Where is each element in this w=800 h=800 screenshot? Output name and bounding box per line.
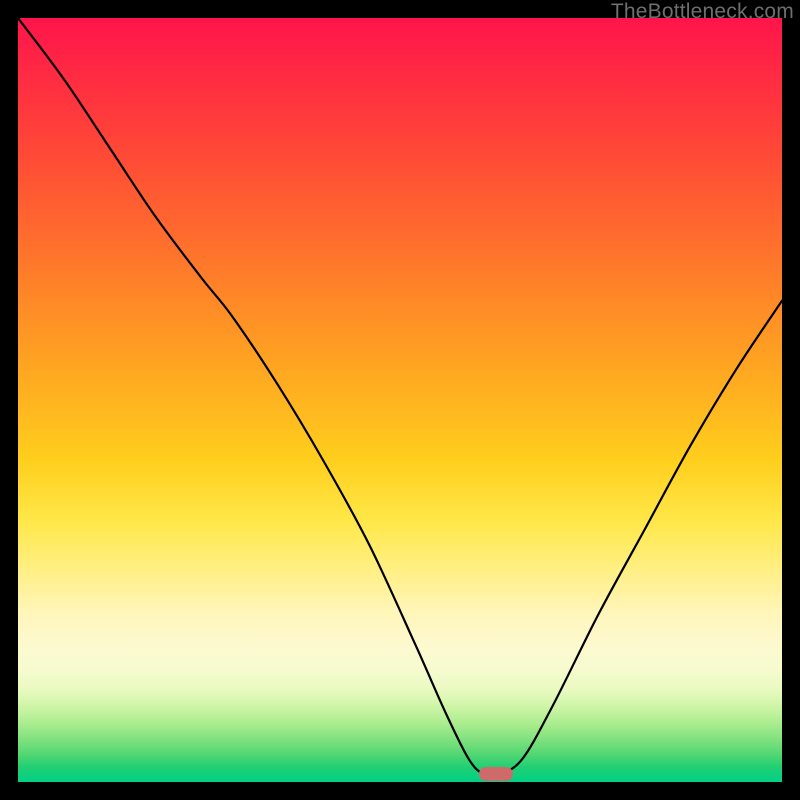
plot-area <box>18 18 782 782</box>
optimal-marker <box>479 767 513 781</box>
chart-frame: TheBottleneck.com <box>0 0 800 800</box>
bottleneck-curve <box>18 18 782 782</box>
